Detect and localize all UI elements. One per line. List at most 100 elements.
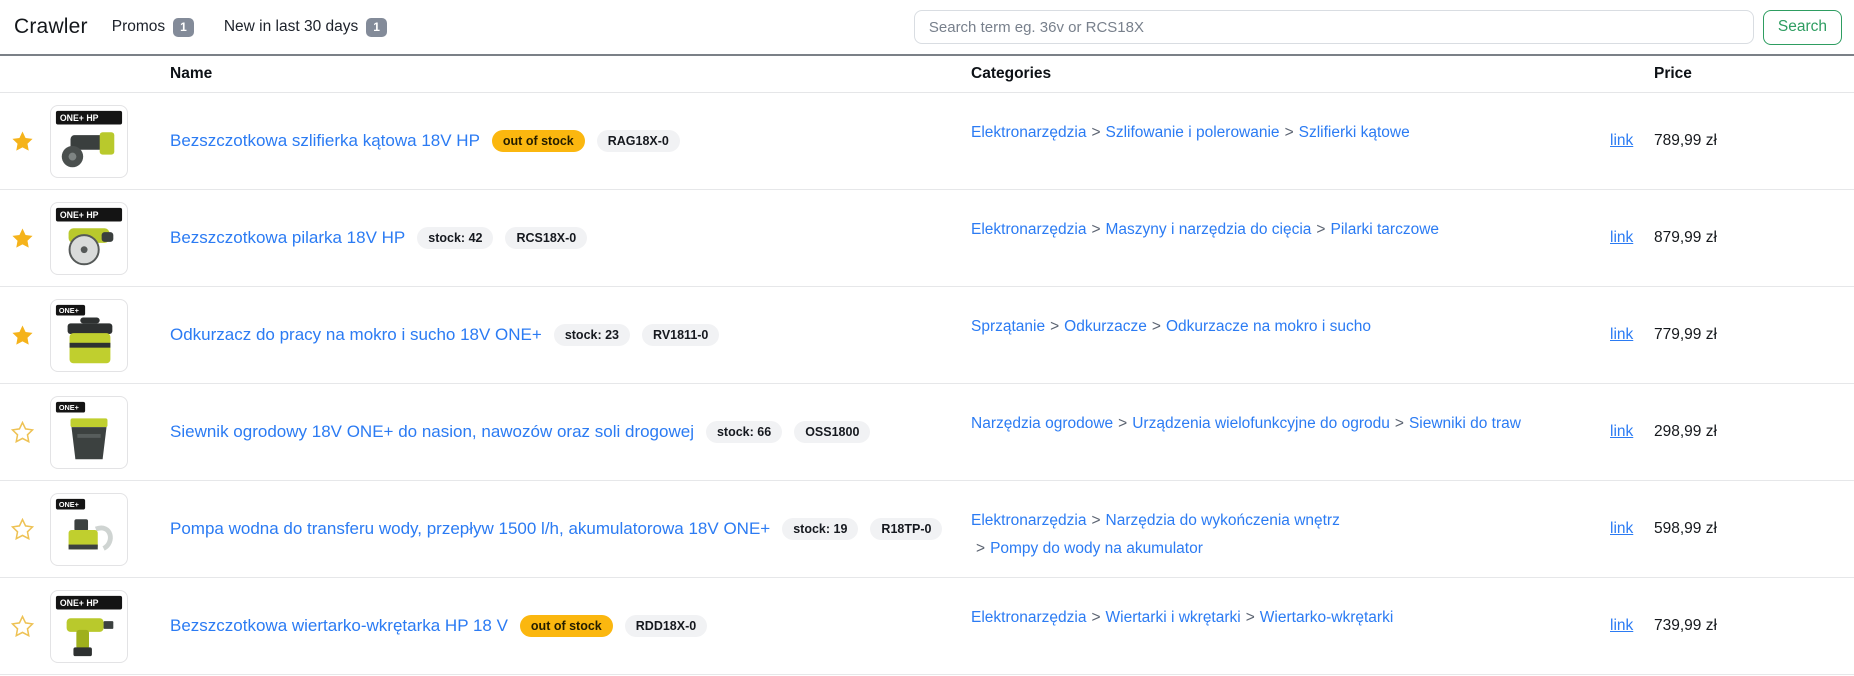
table-row: ONE+ Odkurzacz do pracy na mokro i sucho… xyxy=(0,287,1854,384)
category-link[interactable]: Elektronarzędzia xyxy=(971,512,1086,529)
stock-badge: stock: 19 xyxy=(782,518,858,541)
star-filled-icon xyxy=(11,324,34,346)
table-row: ONE+ Siewnik ogrodowy 18V ONE+ do nasion… xyxy=(0,384,1854,481)
sku-badge: RAG18X-0 xyxy=(597,130,680,153)
category-breadcrumb: Elektronarzędzia>Wiertarki i wkrętarki>W… xyxy=(965,604,1590,648)
top-bar: Crawler Promos 1 New in last 30 days 1 S… xyxy=(0,0,1854,56)
breadcrumb-separator: > xyxy=(971,540,990,557)
price-value: 879,99 zł xyxy=(1640,229,1854,247)
price-value: 789,99 zł xyxy=(1640,132,1854,150)
svg-text:ONE+ HP: ONE+ HP xyxy=(60,210,99,220)
breadcrumb-separator: > xyxy=(1086,124,1105,141)
product-thumbnail-angle-grinder: ONE+ HP xyxy=(50,105,128,178)
product-external-link[interactable]: link xyxy=(1610,229,1633,246)
star-outline-icon xyxy=(11,615,34,637)
product-external-link[interactable]: link xyxy=(1610,132,1633,149)
product-name-link[interactable]: Siewnik ogrodowy 18V ONE+ do nasion, naw… xyxy=(170,422,694,442)
column-header-categories: Categories xyxy=(965,65,1590,83)
category-link[interactable]: Wiertarki i wkrętarki xyxy=(1106,609,1241,626)
price-value: 298,99 zł xyxy=(1640,423,1854,441)
table-row: ONE+ HP Bezszczotkowa pilarka 18V HP sto… xyxy=(0,190,1854,287)
sku-badge: RCS18X-0 xyxy=(505,227,587,250)
price-value: 779,99 zł xyxy=(1640,326,1854,344)
category-link[interactable]: Elektronarzędzia xyxy=(971,124,1086,141)
top-nav: Promos 1 New in last 30 days 1 xyxy=(112,18,387,37)
svg-text:ONE+ HP: ONE+ HP xyxy=(60,113,99,123)
nav-item-new-in-30-days[interactable]: New in last 30 days 1 xyxy=(224,18,387,37)
column-header-name: Name xyxy=(140,65,965,83)
star-filled-icon xyxy=(11,130,34,152)
table-row: ONE+ HP Bezszczotkowa szlifierka kątowa … xyxy=(0,93,1854,190)
product-external-link[interactable]: link xyxy=(1610,423,1633,440)
search-input[interactable] xyxy=(914,10,1754,44)
stock-badge: stock: 66 xyxy=(706,421,782,444)
breadcrumb-separator: > xyxy=(1147,318,1166,335)
breadcrumb-separator: > xyxy=(1113,415,1132,432)
favorite-star-icon[interactable] xyxy=(0,421,44,443)
breadcrumb-separator: > xyxy=(1045,318,1064,335)
category-link[interactable]: Pompy do wody na akumulator xyxy=(990,540,1203,557)
product-name-link[interactable]: Odkurzacz do pracy na mokro i sucho 18V … xyxy=(170,325,542,345)
breadcrumb-separator: > xyxy=(1086,221,1105,238)
star-filled-icon xyxy=(11,227,34,249)
star-outline-icon xyxy=(11,518,34,540)
category-link[interactable]: Sprzątanie xyxy=(971,318,1045,335)
table-row: ONE+ HP Bezszczotkowa wiertarko-wkrętark… xyxy=(0,578,1854,675)
stock-badge: stock: 23 xyxy=(554,324,630,347)
sku-badge: OSS1800 xyxy=(794,421,870,444)
breadcrumb-separator: > xyxy=(1086,609,1105,626)
product-thumbnail-garden-seeder: ONE+ xyxy=(50,396,128,469)
category-breadcrumb: Elektronarzędzia>Maszyny i narzędzia do … xyxy=(965,216,1590,260)
breadcrumb-separator: > xyxy=(1241,609,1260,626)
product-name-link[interactable]: Bezszczotkowa wiertarko-wkrętarka HP 18 … xyxy=(170,616,508,636)
column-header-price: Price xyxy=(1640,65,1854,83)
category-link[interactable]: Elektronarzędzia xyxy=(971,609,1086,626)
favorite-star-icon[interactable] xyxy=(0,324,44,346)
category-breadcrumb: Elektronarzędzia>Narzędzia do wykończeni… xyxy=(965,507,1590,551)
favorite-star-icon[interactable] xyxy=(0,518,44,540)
price-value: 598,99 zł xyxy=(1640,520,1854,538)
category-link[interactable]: Odkurzacze xyxy=(1064,318,1147,335)
sku-badge: RDD18X-0 xyxy=(625,615,707,638)
category-link[interactable]: Elektronarzędzia xyxy=(971,221,1086,238)
breadcrumb-separator: > xyxy=(1390,415,1409,432)
product-thumbnail-wet-dry-vacuum: ONE+ xyxy=(50,299,128,372)
promos-count-badge: 1 xyxy=(173,18,194,37)
star-outline-icon xyxy=(11,421,34,443)
category-link[interactable]: Wiertarko-wkrętarki xyxy=(1260,609,1393,626)
search-button[interactable]: Search xyxy=(1763,10,1842,45)
new-items-count-badge: 1 xyxy=(366,18,387,37)
product-name-link[interactable]: Bezszczotkowa szlifierka kątowa 18V HP xyxy=(170,131,480,151)
category-link[interactable]: Szlifierki kątowe xyxy=(1299,124,1410,141)
product-external-link[interactable]: link xyxy=(1610,617,1633,634)
category-link[interactable]: Narzędzia ogrodowe xyxy=(971,415,1113,432)
category-breadcrumb: Narzędzia ogrodowe>Urządzenia wielofunkc… xyxy=(965,410,1590,454)
category-link[interactable]: Urządzenia wielofunkcyjne do ogrodu xyxy=(1132,415,1390,432)
new-items-label: New in last 30 days xyxy=(224,18,358,36)
svg-text:ONE+ HP: ONE+ HP xyxy=(60,598,99,608)
category-breadcrumb: Sprzątanie>Odkurzacze>Odkurzacze na mokr… xyxy=(965,313,1590,357)
category-link[interactable]: Narzędzia do wykończenia wnętrz xyxy=(1106,512,1340,529)
product-name-link[interactable]: Bezszczotkowa pilarka 18V HP xyxy=(170,228,405,248)
category-breadcrumb: Elektronarzędzia>Szlifowanie i polerowan… xyxy=(965,119,1590,163)
nav-item-promos[interactable]: Promos 1 xyxy=(112,18,194,37)
breadcrumb-separator: > xyxy=(1086,512,1105,529)
table-header-row: Name Categories Price xyxy=(0,56,1854,93)
category-link[interactable]: Odkurzacze na mokro i sucho xyxy=(1166,318,1371,335)
product-external-link[interactable]: link xyxy=(1610,326,1633,343)
svg-text:ONE+: ONE+ xyxy=(59,403,79,412)
favorite-star-icon[interactable] xyxy=(0,615,44,637)
svg-text:ONE+: ONE+ xyxy=(59,306,79,315)
favorite-star-icon[interactable] xyxy=(0,227,44,249)
product-thumbnail-drill-driver: ONE+ HP xyxy=(50,590,128,663)
product-name-link[interactable]: Pompa wodna do transferu wody, przepływ … xyxy=(170,519,770,539)
product-thumbnail-water-pump: ONE+ xyxy=(50,493,128,566)
category-link[interactable]: Pilarki tarczowe xyxy=(1330,221,1439,238)
category-link[interactable]: Siewniki do traw xyxy=(1409,415,1521,432)
favorite-star-icon[interactable] xyxy=(0,130,44,152)
app-title: Crawler xyxy=(14,15,88,39)
category-link[interactable]: Szlifowanie i polerowanie xyxy=(1106,124,1280,141)
promos-label: Promos xyxy=(112,18,165,36)
product-external-link[interactable]: link xyxy=(1610,520,1633,537)
category-link[interactable]: Maszyny i narzędzia do cięcia xyxy=(1106,221,1312,238)
